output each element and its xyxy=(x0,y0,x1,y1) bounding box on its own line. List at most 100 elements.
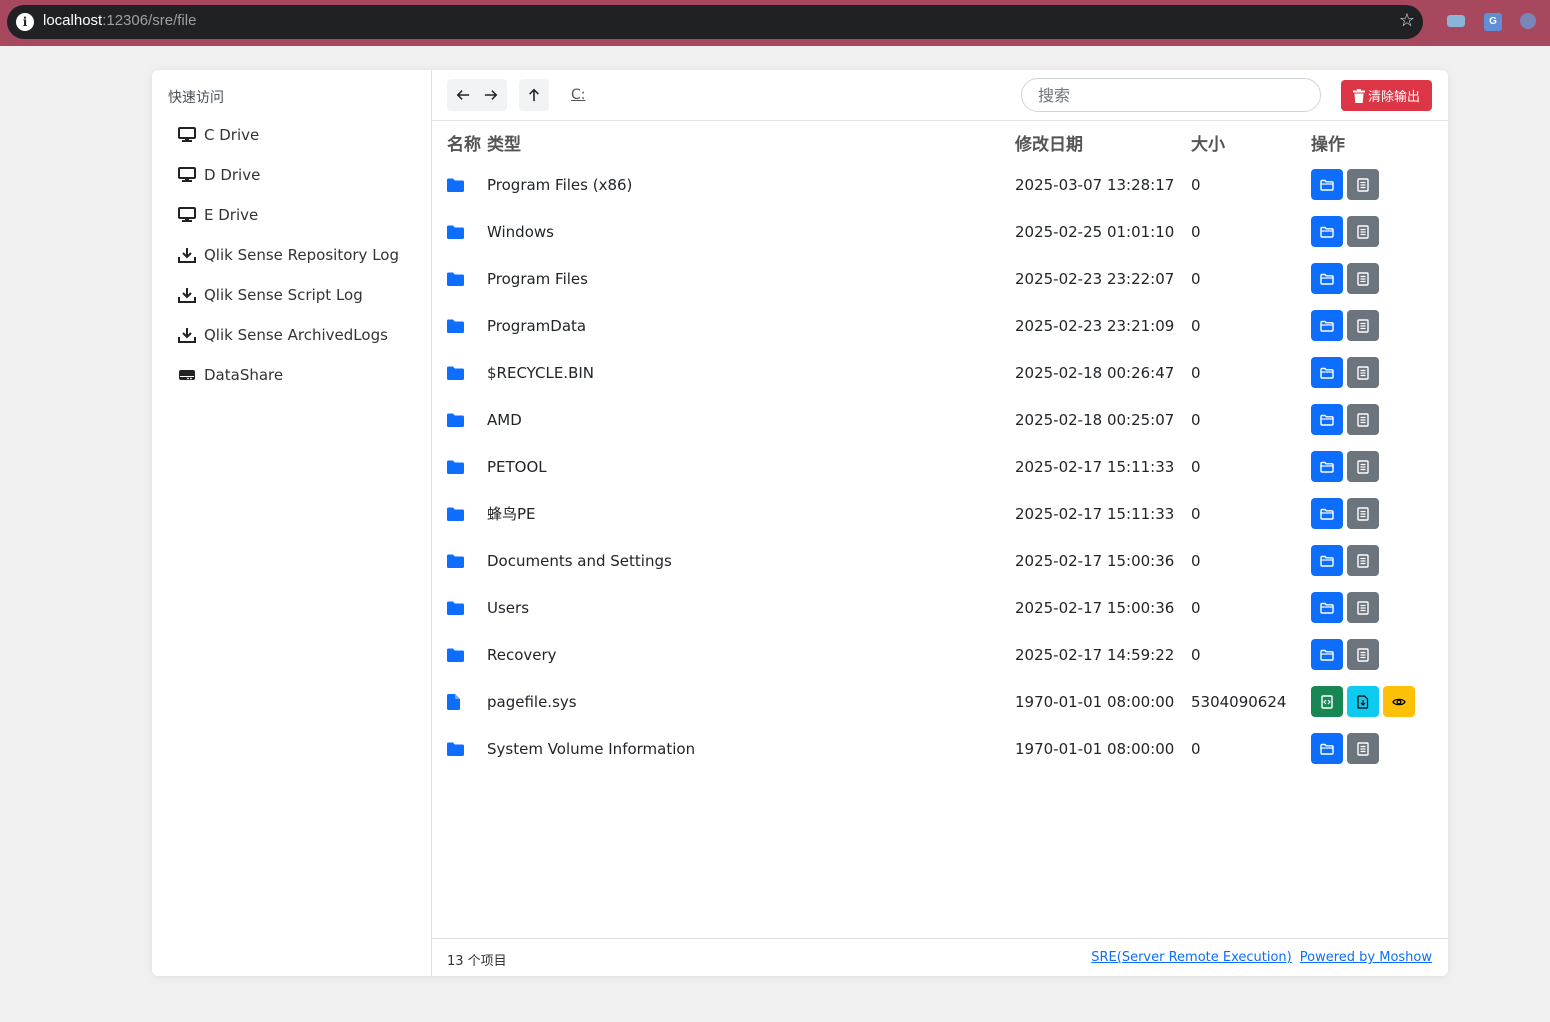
table-row[interactable]: $RECYCLE.BIN 2025-02-18 00:26:47 0 xyxy=(432,349,1448,396)
file-name[interactable]: Windows xyxy=(487,208,554,255)
file-name[interactable]: pagefile.sys xyxy=(487,678,577,725)
file-name[interactable]: Users xyxy=(487,584,529,631)
folder-details-button[interactable] xyxy=(1347,169,1379,200)
folder-details-button[interactable] xyxy=(1347,263,1379,294)
open-folder-button[interactable] xyxy=(1311,545,1343,576)
folder-details-button[interactable] xyxy=(1347,357,1379,388)
table-row[interactable]: Program Files 2025-02-23 23:22:07 0 xyxy=(432,255,1448,302)
address-bar[interactable]: i localhost:12306/sre/file ☆ xyxy=(7,5,1423,39)
open-folder-button[interactable] xyxy=(1311,310,1343,341)
file-name[interactable]: PETOOL xyxy=(487,443,547,490)
view-source-button[interactable] xyxy=(1311,686,1343,717)
powered-by-link[interactable]: Powered by Moshow xyxy=(1300,950,1432,965)
clear-output-button[interactable]: 清除输出 xyxy=(1341,80,1432,111)
file-size: 0 xyxy=(1191,457,1201,476)
open-folder-button[interactable] xyxy=(1311,592,1343,623)
sidebar-item-qlik-sense-repository-log[interactable]: Qlik Sense Repository Log xyxy=(178,241,399,269)
folder-icon xyxy=(447,396,465,443)
folder-details-button[interactable] xyxy=(1347,451,1379,482)
sidebar-item-e-drive[interactable]: E Drive xyxy=(178,201,258,229)
folder-icon xyxy=(447,443,465,490)
sidebar-item-c-drive[interactable]: C Drive xyxy=(178,121,259,149)
open-folder-button[interactable] xyxy=(1311,498,1343,529)
forward-arrow-icon[interactable] xyxy=(484,88,498,102)
open-folder-icon xyxy=(1320,743,1334,755)
table-row[interactable]: Users 2025-02-17 15:00:36 0 xyxy=(432,584,1448,631)
table-row[interactable]: System Volume Information 1970-01-01 08:0… xyxy=(432,725,1448,772)
table-row[interactable]: AMD 2025-02-18 00:25:07 0 xyxy=(432,396,1448,443)
open-folder-button[interactable] xyxy=(1311,639,1343,670)
row-actions xyxy=(1311,443,1383,490)
modified-date: 2025-02-17 15:00:36 xyxy=(1015,598,1175,617)
folder-details-button[interactable] xyxy=(1347,639,1379,670)
folder-details-button[interactable] xyxy=(1347,733,1379,764)
table-row[interactable]: pagefile.sys 1970-01-01 08:00:00 530409062… xyxy=(432,678,1448,725)
table-row[interactable]: Windows 2025-02-25 01:01:10 0 xyxy=(432,208,1448,255)
log-icon xyxy=(1357,412,1369,427)
table-row[interactable]: Recovery 2025-02-17 14:59:22 0 xyxy=(432,631,1448,678)
open-folder-button[interactable] xyxy=(1311,357,1343,388)
site-info-icon[interactable]: i xyxy=(16,13,34,31)
table-row[interactable]: Documents and Settings 2025-02-17 15:00:3… xyxy=(432,537,1448,584)
header-date: 修改日期 xyxy=(1015,135,1083,155)
folder-icon xyxy=(447,631,465,678)
folder-details-button[interactable] xyxy=(1347,498,1379,529)
log-icon xyxy=(1357,553,1369,568)
folder-icon xyxy=(447,208,465,255)
url-text[interactable]: localhost:12306/sre/file xyxy=(43,12,196,29)
file-size: 0 xyxy=(1191,645,1201,664)
open-folder-button[interactable] xyxy=(1311,451,1343,482)
download-icon xyxy=(178,246,196,264)
file-name[interactable]: Program Files (x86) xyxy=(487,161,632,208)
file-name[interactable]: System Volume Information xyxy=(487,725,695,772)
file-name[interactable]: ProgramData xyxy=(487,302,586,349)
file-name[interactable]: Recovery xyxy=(487,631,557,678)
open-folder-icon xyxy=(1320,226,1334,238)
open-folder-button[interactable] xyxy=(1311,733,1343,764)
folder-icon xyxy=(447,302,465,349)
download-file-button[interactable] xyxy=(1347,686,1379,717)
open-folder-button[interactable] xyxy=(1311,404,1343,435)
open-folder-icon xyxy=(1320,649,1334,661)
sre-link[interactable]: SRE(Server Remote Execution) xyxy=(1091,950,1292,965)
file-size: 0 xyxy=(1191,551,1201,570)
table-row[interactable]: PETOOL 2025-02-17 15:11:33 0 xyxy=(432,443,1448,490)
row-actions xyxy=(1311,349,1383,396)
sidebar-item-qlik-sense-archivedlogs[interactable]: Qlik Sense ArchivedLogs xyxy=(178,321,388,349)
table-row[interactable]: 蜂鸟PE 2025-02-17 15:11:33 0 xyxy=(432,490,1448,537)
file-name[interactable]: AMD xyxy=(487,396,522,443)
open-folder-button[interactable] xyxy=(1311,169,1343,200)
table-row[interactable]: ProgramData 2025-02-23 23:21:09 0 xyxy=(432,302,1448,349)
sidebar-item-d-drive[interactable]: D Drive xyxy=(178,161,260,189)
extension-icon[interactable] xyxy=(1520,13,1536,29)
folder-details-button[interactable] xyxy=(1347,404,1379,435)
table-row[interactable]: Program Files (x86) 2025-03-07 13:28:17 0 xyxy=(432,161,1448,208)
folder-details-button[interactable] xyxy=(1347,592,1379,623)
folder-details-button[interactable] xyxy=(1347,545,1379,576)
translate-extension-icon[interactable]: G xyxy=(1484,13,1502,31)
file-name[interactable]: $RECYCLE.BIN xyxy=(487,349,594,396)
extension-flag-icon[interactable] xyxy=(1447,15,1465,27)
back-arrow-icon[interactable] xyxy=(456,88,470,102)
folder-details-button[interactable] xyxy=(1347,310,1379,341)
row-actions xyxy=(1311,302,1383,349)
sidebar-item-label: D Drive xyxy=(204,166,261,184)
sidebar-item-datashare[interactable]: DataShare xyxy=(178,361,283,389)
open-folder-icon xyxy=(1320,555,1334,567)
file-name[interactable]: Program Files xyxy=(487,255,588,302)
open-folder-button[interactable] xyxy=(1311,216,1343,247)
folder-details-button[interactable] xyxy=(1347,216,1379,247)
file-name[interactable]: 蜂鸟PE xyxy=(487,490,536,537)
breadcrumb[interactable]: C: xyxy=(571,87,586,103)
file-size: 0 xyxy=(1191,504,1201,523)
file-name[interactable]: Documents and Settings xyxy=(487,537,672,584)
monitor-icon xyxy=(178,166,196,184)
preview-button[interactable] xyxy=(1383,686,1415,717)
bookmark-star-icon[interactable]: ☆ xyxy=(1399,11,1415,31)
file-size: 0 xyxy=(1191,316,1201,335)
sidebar-item-qlik-sense-script-log[interactable]: Qlik Sense Script Log xyxy=(178,281,363,309)
open-folder-button[interactable] xyxy=(1311,263,1343,294)
search-input[interactable] xyxy=(1021,78,1321,112)
up-directory-button[interactable] xyxy=(519,79,549,111)
open-folder-icon xyxy=(1320,602,1334,614)
